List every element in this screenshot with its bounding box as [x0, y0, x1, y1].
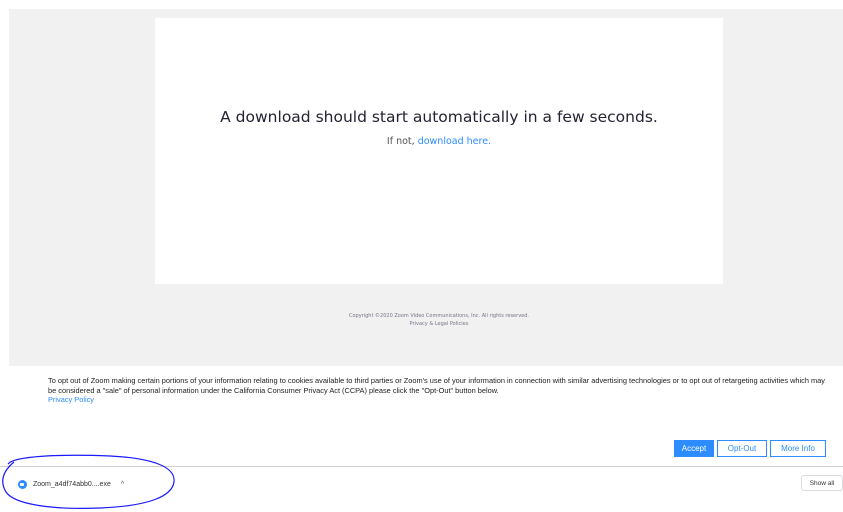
cookie-buttons: Accept Opt-Out More Info: [674, 440, 826, 457]
more-info-button[interactable]: More Info: [770, 440, 826, 457]
download-headline: A download should start automatically in…: [220, 108, 658, 126]
cookie-banner: To opt out of Zoom making certain portio…: [48, 376, 828, 405]
annotation-circle: [2, 454, 175, 509]
download-subline: If not, download here.: [155, 136, 723, 147]
copyright-text: Copyright ©2020 Zoom Video Communication…: [349, 313, 529, 319]
privacy-legal-link[interactable]: Privacy & Legal Policies: [410, 321, 469, 327]
opt-out-button[interactable]: Opt-Out: [717, 440, 767, 457]
show-all-button[interactable]: Show all: [801, 475, 843, 491]
accept-button[interactable]: Accept: [674, 440, 714, 457]
download-card: A download should start automatically in…: [155, 18, 723, 284]
cookie-banner-text: To opt out of Zoom making certain portio…: [48, 376, 825, 395]
subline-prefix: If not,: [386, 136, 418, 147]
annotation-stroke: [2, 454, 175, 509]
privacy-policy-link[interactable]: Privacy Policy: [48, 395, 828, 405]
download-here-link[interactable]: download here.: [418, 136, 491, 147]
page-footer: Copyright ©2020 Zoom Video Communication…: [155, 312, 723, 328]
